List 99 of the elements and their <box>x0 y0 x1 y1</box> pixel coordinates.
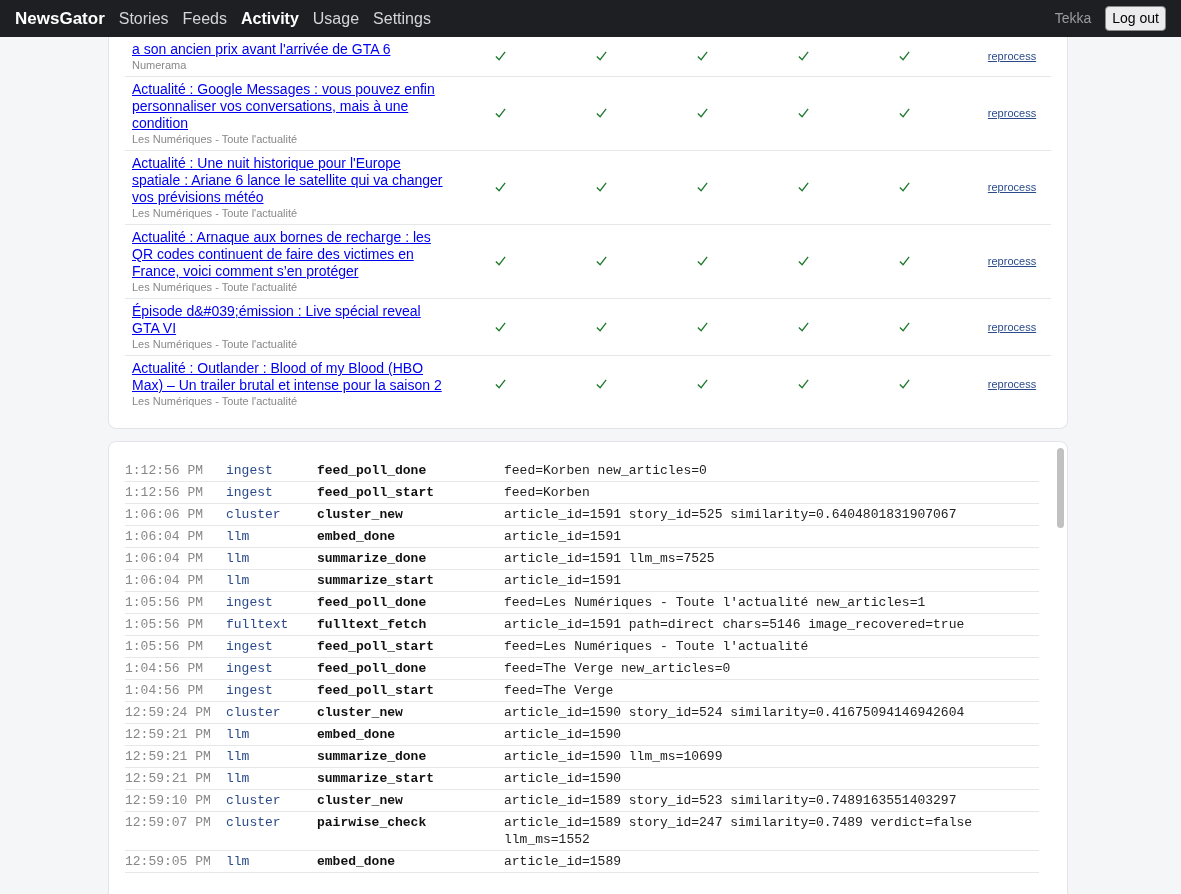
log-details: article_id=1590 story_id=524 similarity=0.41675094146942604 <box>504 704 966 721</box>
log-category: llm <box>226 550 251 567</box>
reprocess-link[interactable]: reprocess <box>969 253 1037 270</box>
logout-button[interactable]: Log out <box>1105 6 1166 31</box>
log-details: feed=Korben new_articles=0 <box>504 462 708 479</box>
log-category: llm <box>226 572 251 589</box>
log-category: ingest <box>226 638 274 655</box>
nav-link[interactable]: Settings <box>373 6 431 31</box>
log-time: 12:59:07 PM <box>125 814 212 831</box>
reprocess-link[interactable]: reprocess <box>969 318 1037 336</box>
app-brand[interactable]: NewsGator <box>15 5 105 32</box>
log-details: article_id=1591 story_id=525 similarity=0.6404801831907067 <box>504 506 958 523</box>
article-title-link[interactable]: Actualité : Outlander : Blood of my Blood (HBO Max) – Un trailer brutal et intense pour la saison 2 <box>132 360 450 394</box>
log-details: feed=The Verge <box>504 682 615 699</box>
log-event: summarize_start <box>317 572 436 589</box>
log-details: feed=Korben <box>504 484 591 501</box>
log-details: article_id=1589 story_id=247 similarity=0.7489 verdict=false llm_ms=1552 <box>504 814 974 848</box>
article-source: Les Numériques - Toute l'actualité <box>132 394 299 408</box>
log-time: 12:59:21 PM <box>125 748 212 765</box>
article-title-link[interactable]: Actualité : Google Messages : vous pouvez enfin personnaliser vos conversations, mais à une condition <box>132 81 450 132</box>
log-event: summarize_done <box>317 550 428 567</box>
log-category: llm <box>226 770 251 787</box>
log-time: 12:59:10 PM <box>125 792 212 809</box>
log-category: ingest <box>226 484 274 501</box>
log-time: 12:59:21 PM <box>125 770 212 787</box>
log-event: summarize_start <box>317 770 436 787</box>
log-category: fulltext <box>226 616 290 633</box>
log-time: 1:04:56 PM <box>125 682 204 699</box>
log-time: 1:05:56 PM <box>125 638 204 655</box>
log-event: feed_poll_start <box>317 484 436 501</box>
article-title-link[interactable]: a son ancien prix avant l'arrivée de GTA 6 <box>132 41 450 58</box>
reprocess-link[interactable]: reprocess <box>969 48 1037 65</box>
log-event: cluster_new <box>317 704 404 721</box>
reprocess-link[interactable]: reprocess <box>969 179 1037 196</box>
article-source: Les Numériques - Toute l'actualité <box>132 337 299 351</box>
log-event: embed_done <box>317 726 396 743</box>
log-category: ingest <box>226 594 274 611</box>
log-category: llm <box>226 726 251 743</box>
article-title-link[interactable]: Actualité : Une nuit historique pour l'Europe spatiale : Ariane 6 lance le satellite qui va changer vos prévisions météo <box>132 155 450 206</box>
log-event: embed_done <box>317 853 396 870</box>
log-time: 1:06:04 PM <box>125 572 204 589</box>
log-details: article_id=1590 <box>504 726 623 743</box>
article-title-link[interactable]: Actualité : Arnaque aux bornes de recharge : les QR codes continuent de faire des victimes en France, voici comment s’en protéger <box>132 229 450 280</box>
log-event: fulltext_fetch <box>317 616 428 633</box>
log-details: article_id=1591 llm_ms=7525 <box>504 550 716 567</box>
log-details: article_id=1591 <box>504 528 623 545</box>
log-event: feed_poll_start <box>317 682 436 699</box>
log-details: article_id=1589 <box>504 853 623 870</box>
article-title-link[interactable]: Épisode d&#039;émission : Live spécial reveal GTA VI <box>132 303 450 337</box>
log-category: ingest <box>226 682 274 699</box>
log-event: embed_done <box>317 528 396 545</box>
log-time: 1:06:04 PM <box>125 528 204 545</box>
log-details: feed=Les Numériques - Toute l'actualité new_articles=1 <box>504 594 927 611</box>
log-event: feed_poll_done <box>317 462 428 479</box>
article-source: Les Numériques - Toute l'actualité <box>132 280 299 294</box>
log-event: feed_poll_done <box>317 594 428 611</box>
log-time: 1:05:56 PM <box>125 594 204 611</box>
scrollbar[interactable] <box>1057 448 1064 528</box>
log-category: cluster <box>226 704 282 721</box>
nav-link[interactable]: Stories <box>118 6 169 31</box>
log-details: article_id=1589 story_id=523 similarity=0.7489163551403297 <box>504 792 958 809</box>
log-time: 1:04:56 PM <box>125 660 204 677</box>
log-time: 1:06:04 PM <box>125 550 204 567</box>
log-time: 12:59:21 PM <box>125 726 212 743</box>
log-category: cluster <box>226 506 282 523</box>
log-event: cluster_new <box>317 792 404 809</box>
log-category: llm <box>226 748 251 765</box>
log-event: feed_poll_done <box>317 660 428 677</box>
article-source: Numerama <box>132 58 188 72</box>
nav-link[interactable]: Usage <box>312 6 360 31</box>
log-event: summarize_done <box>317 748 428 765</box>
log-event: cluster_new <box>317 506 404 523</box>
log-category: cluster <box>226 792 282 809</box>
log-details: feed=The Verge new_articles=0 <box>504 660 732 677</box>
reprocess-link[interactable]: reprocess <box>969 105 1037 122</box>
log-details: feed=Les Numériques - Toute l'actualité <box>504 638 810 655</box>
log-category: ingest <box>226 462 274 479</box>
log-time: 1:12:56 PM <box>125 484 204 501</box>
log-category: cluster <box>226 814 282 831</box>
article-source: Les Numériques - Toute l'actualité <box>132 206 299 220</box>
log-time: 1:05:56 PM <box>125 616 204 633</box>
log-category: llm <box>226 853 251 870</box>
nav-link[interactable]: Activity <box>241 6 299 31</box>
log-category: ingest <box>226 660 274 677</box>
reprocess-link[interactable]: reprocess <box>969 375 1037 393</box>
log-time: 1:12:56 PM <box>125 462 204 479</box>
log-category: llm <box>226 528 251 545</box>
nav-link[interactable]: Feeds <box>182 6 227 31</box>
log-time: 1:06:06 PM <box>125 506 204 523</box>
log-details: article_id=1591 <box>504 572 623 589</box>
log-details: article_id=1591 path=direct chars=5146 image_recovered=true <box>504 616 966 633</box>
log-time: 12:59:24 PM <box>125 704 212 721</box>
log-details: article_id=1590 llm_ms=10699 <box>504 748 724 765</box>
log-event: pairwise_check <box>317 814 428 831</box>
article-source: Les Numériques - Toute l'actualité <box>132 132 299 146</box>
log-details: article_id=1590 <box>504 770 623 787</box>
log-event: feed_poll_start <box>317 638 436 655</box>
user-name: Tekka <box>1054 9 1092 28</box>
log-time: 12:59:05 PM <box>125 853 212 870</box>
